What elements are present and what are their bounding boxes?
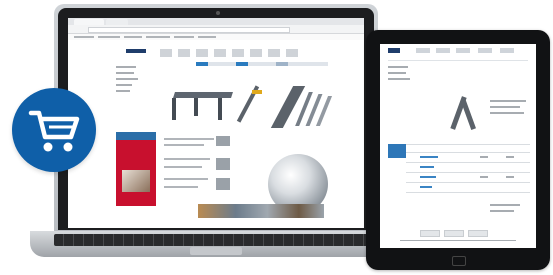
tablet-product-text [490,106,520,108]
cart-total-text [490,210,514,212]
cart-total-text [490,204,520,206]
address-bar[interactable] [68,25,364,34]
keyboard [54,234,378,246]
laptop-base [30,231,402,257]
site-menu[interactable] [196,62,328,66]
cart-action-button[interactable] [468,230,488,237]
product-clamp-handle [252,90,262,94]
content-thumbnail[interactable] [216,158,230,170]
product-table-leg [194,98,198,116]
tablet-product-text [490,100,526,102]
product-table-image[interactable] [173,92,233,98]
tablet-product-text [490,112,524,114]
webcam-icon [216,11,220,15]
cart-item-price [506,176,514,178]
product-scene [0,0,553,275]
promo-header [116,132,156,140]
tablet-nav-item[interactable] [500,48,514,53]
trackpad [190,247,242,255]
tablet-nav-item[interactable] [456,48,470,53]
promo-panel[interactable] [116,132,156,206]
tablet-footer [400,240,516,241]
cart-item-price [480,156,488,158]
content-thumbnail[interactable] [216,136,230,146]
tablet-sidebar-text [388,78,410,80]
promo-image[interactable] [122,170,150,192]
tablet-product-image[interactable] [461,100,476,130]
table-row [406,182,530,183]
tablet-nav-item[interactable] [436,48,450,53]
cart-item-link[interactable] [420,186,432,188]
tablet-sidebar-text [388,72,406,74]
tablet-nav-item[interactable] [478,48,492,53]
browser-tab-bar [68,18,364,25]
cart-item-link[interactable] [420,166,434,168]
cart-action-button[interactable] [420,230,440,237]
table-row [406,162,530,163]
table-row [406,172,530,173]
table-row [406,192,530,193]
tablet-divider [388,60,528,61]
site-logo[interactable] [126,49,146,53]
home-button[interactable] [452,256,466,266]
table-row [406,144,530,145]
cart-item-link[interactable] [420,156,438,158]
tablet-sidebar-text [388,66,408,68]
cart-item-price [480,176,488,178]
url-field[interactable] [88,27,290,33]
table-row [406,152,530,153]
tablet-screen [380,44,536,248]
cart-item-link[interactable] [420,176,436,178]
cart-item-price [506,156,514,158]
tablet-nav-item[interactable] [416,48,430,53]
product-table-leg [172,98,176,120]
shopping-cart-badge [12,88,96,172]
tablet-site-logo[interactable] [388,48,400,53]
tablet-cart-panel[interactable] [388,144,406,158]
product-table-leg [218,98,222,120]
shopping-cart-icon [28,110,80,152]
cart-action-button[interactable] [444,230,464,237]
content-thumbnail[interactable] [216,178,230,190]
laptop-screen [68,18,364,228]
image-strip [198,204,324,218]
bookmarks-bar [68,34,364,40]
